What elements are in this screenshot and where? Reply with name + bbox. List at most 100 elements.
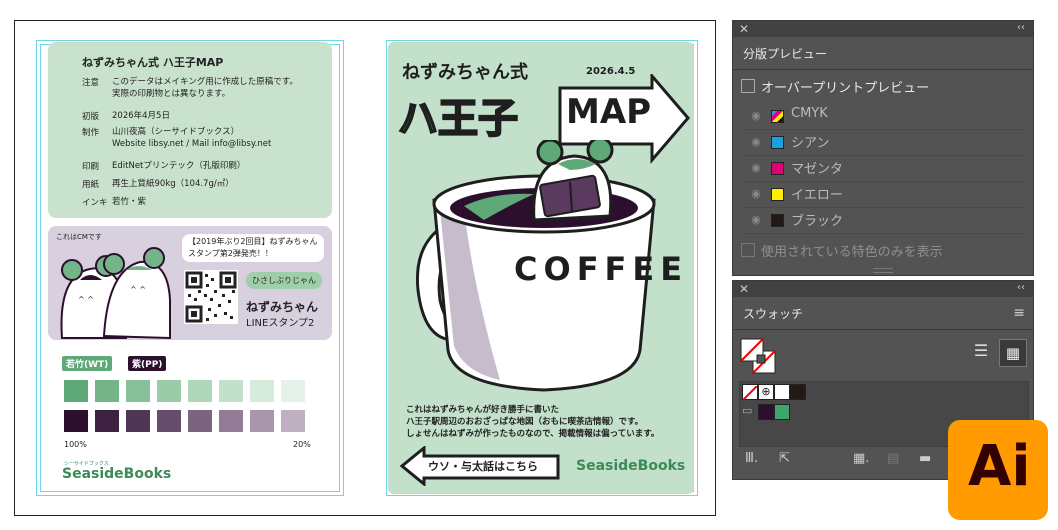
- ink-label: CMYK: [791, 106, 828, 121]
- colophon-value: EditNetプリンテック（孔版印刷）: [112, 161, 246, 171]
- separation-row[interactable]: ◉ CMYK: [741, 103, 1025, 130]
- swatch-registration[interactable]: ⊕: [758, 384, 774, 400]
- spot-only-checkbox[interactable]: [741, 243, 755, 257]
- green-tint-swatch: [95, 380, 119, 402]
- panel-menu-icon[interactable]: ≡: [1013, 305, 1025, 321]
- colophon-value: 山川夜高（シーサイドブックス） Website libsy.net / Mail…: [112, 127, 272, 149]
- spot-only-label: 使用されている特色のみを表示: [761, 245, 943, 260]
- visibility-eye-icon[interactable]: ◉: [749, 187, 763, 201]
- green-tint-swatch: [157, 380, 181, 402]
- colophon-key: 初版: [82, 112, 100, 122]
- purple-tint-swatch: [281, 410, 305, 432]
- cover-title-big: ハ王子: [397, 95, 519, 143]
- illustrator-logo: Ai: [948, 420, 1048, 520]
- purple-tint-swatch: [188, 410, 212, 432]
- place-swatch-icon[interactable]: ⇱: [779, 451, 790, 466]
- colophon-key: 印刷: [82, 162, 100, 172]
- separations-list: ◉ CMYK ◉ シアン ◉ マゼンタ ◉ イエロー ◉ ブラック: [733, 103, 1033, 237]
- swatch-white[interactable]: [774, 384, 790, 400]
- colophon-value: 2026年4月5日: [112, 111, 170, 121]
- swatch-label-murasaki: 紫(PP): [128, 356, 167, 371]
- visibility-eye-icon[interactable]: ◉: [749, 109, 763, 123]
- swatch-options-icon[interactable]: ▤: [887, 451, 899, 466]
- swatch-purple[interactable]: [758, 404, 774, 420]
- illustrator-logo-text: Ai: [968, 434, 1031, 499]
- tint-pct-right: 20%: [293, 440, 311, 449]
- overprint-checkbox[interactable]: [741, 79, 755, 93]
- ink-color-chip: [771, 110, 784, 123]
- ink-color-chip: [771, 188, 784, 201]
- separation-row[interactable]: ◉ シアン: [741, 129, 1025, 156]
- green-tint-swatch: [281, 380, 305, 402]
- separation-row[interactable]: ◉ ブラック: [741, 207, 1025, 234]
- cup-text: COFFEE: [514, 250, 689, 288]
- swatch-green[interactable]: [774, 404, 790, 420]
- purple-tint-swatch: [219, 410, 243, 432]
- svg-text:^ ^: ^ ^: [78, 295, 94, 304]
- ad-product-name: ねずみちゃん: [246, 300, 319, 314]
- visibility-eye-icon[interactable]: ◉: [749, 161, 763, 175]
- colophon-value: 再生上質紙90kg（104.7g/㎡）: [112, 179, 234, 189]
- qr-code: [184, 270, 238, 324]
- colophon-key: インキ: [82, 198, 108, 208]
- swatch-library-icon[interactable]: Ⅲ.: [745, 451, 758, 466]
- separation-row[interactable]: ◉ マゼンタ: [741, 155, 1025, 182]
- purple-tint-swatch: [250, 410, 274, 432]
- ink-label: ブラック: [791, 214, 844, 229]
- ink-color-chip: [771, 136, 784, 149]
- ink-color-chip: [771, 214, 784, 227]
- close-icon[interactable]: ✕: [739, 22, 749, 36]
- cover-description: これはねずみちゃんが好き勝手に書いた ハ王子駅周辺のおおざっぱな地図（おもに喫茶…: [406, 405, 660, 439]
- swatch-none[interactable]: [742, 384, 758, 401]
- cover-title-map: MAP: [566, 92, 652, 132]
- green-tint-swatch: [250, 380, 274, 402]
- separation-row[interactable]: ◉ イエロー: [741, 181, 1025, 208]
- colophon-key: 用紙: [82, 180, 100, 190]
- visibility-eye-icon[interactable]: ◉: [749, 135, 763, 149]
- show-swatch-kinds-icon[interactable]: ▦.: [853, 451, 869, 466]
- close-icon[interactable]: ✕: [739, 282, 749, 296]
- colophon-key: 注意: [82, 78, 100, 88]
- overprint-label: オーバープリントプレビュー: [761, 81, 930, 96]
- ink-label: イエロー: [791, 188, 843, 203]
- collapse-icon[interactable]: ‹‹: [1017, 282, 1025, 293]
- panel-titlebar: ✕ ‹‹: [733, 21, 1033, 37]
- ink-label: シアン: [791, 136, 830, 151]
- green-tint-swatch: [188, 380, 212, 402]
- purple-tint-swatch: [64, 410, 88, 432]
- purple-tint-swatch: [157, 410, 181, 432]
- tint-pct-left: 100%: [64, 440, 87, 449]
- colophon-value: 若竹・紫: [112, 197, 147, 207]
- swatch-label-wakatake: 若竹(WT): [62, 356, 113, 371]
- green-tint-swatch: [126, 380, 150, 402]
- resize-grip[interactable]: [873, 268, 893, 273]
- purple-tint-swatch: [95, 410, 119, 432]
- new-color-group-icon[interactable]: ▬: [919, 451, 931, 466]
- ad-product-sub: LINEスタンプ2: [246, 318, 315, 329]
- mice-illustration: ^ ^ ^ ^: [60, 247, 171, 340]
- visibility-eye-icon[interactable]: ◉: [749, 213, 763, 227]
- green-tint-swatch: [219, 380, 243, 402]
- back-arrow-text: ウソ・与太話はこちら: [428, 460, 538, 473]
- svg-text:^ ^: ^ ^: [130, 285, 146, 294]
- ad-small-bubble: ひさしぶりじゃん: [246, 272, 322, 289]
- logo-left: SeasideBooks: [62, 466, 172, 482]
- cover-logo: SeasideBooks: [576, 458, 686, 474]
- colophon-title: ねずみちゃん式 ハ王子MAP: [82, 56, 224, 69]
- fill-stroke-indicator[interactable]: [739, 337, 779, 377]
- cover-title-small: ねずみちゃん式: [402, 62, 528, 83]
- purple-tint-swatch: [126, 410, 150, 432]
- tab-swatches[interactable]: スウォッチ: [733, 297, 814, 330]
- tab-separations-preview[interactable]: 分版プレビュー: [733, 37, 838, 70]
- separations-preview-panel: ✕ ‹‹ 分版プレビュー オーバープリントプレビュー ◉ CMYK ◉ シアン ◉ マゼン…: [732, 20, 1034, 276]
- swatch-black[interactable]: [790, 384, 806, 400]
- colophon-key: 制作: [82, 128, 100, 138]
- color-group-folder-icon[interactable]: ▭: [742, 404, 752, 417]
- list-view-icon[interactable]: ☰: [969, 341, 993, 363]
- grid-view-icon[interactable]: ▦: [999, 339, 1027, 367]
- ad-speech-bubble: 【2019年ぶり2回目】ねずみちゃん スタンプ第2弾発売！！: [182, 234, 324, 262]
- panel-titlebar: ✕ ‹‹: [733, 281, 1033, 297]
- collapse-icon[interactable]: ‹‹: [1017, 22, 1025, 33]
- green-tint-swatch: [64, 380, 88, 402]
- ink-color-chip: [771, 162, 784, 175]
